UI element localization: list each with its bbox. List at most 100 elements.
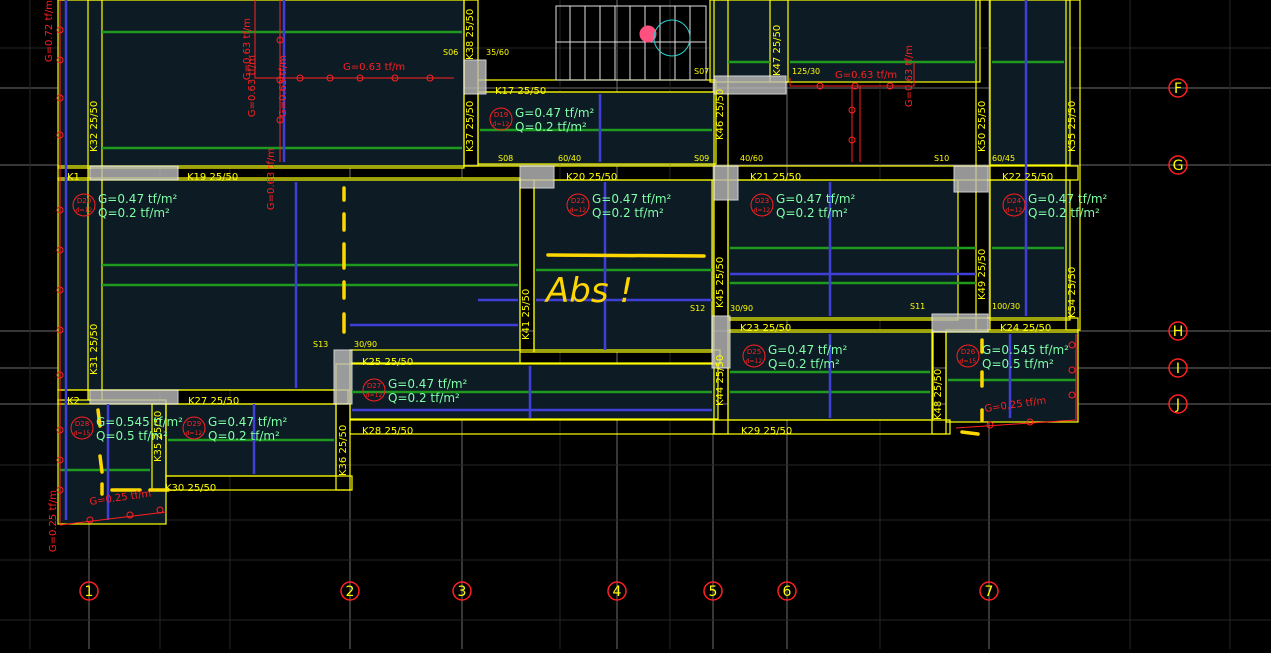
stair-block — [555, 5, 707, 81]
cad-drawing-canvas[interactable]: Abs ! 1 2 3 4 5 6 7 F G H I J K17 25/50 K19 25/50 K2… — [0, 0, 1271, 649]
axis-bubble-1: 1 — [79, 581, 99, 601]
line-load-label: G=0.63 tf/m — [835, 70, 897, 81]
slab-live-load: Q=0.5 tf/m² — [96, 429, 168, 443]
line-load-label: G=0.63 tf/m — [904, 45, 915, 107]
slab-id: D29 — [187, 420, 201, 428]
beam-label-k24: K24 25/50 — [1000, 323, 1051, 334]
line-load-label: G=0.72 tf/m — [44, 0, 55, 62]
slab-dead-load: G=0.47 tf/m² — [98, 192, 178, 206]
vertical-axis-bubbles: 1 2 3 4 5 6 7 — [79, 581, 999, 601]
beam-label-k1: K1 — [67, 172, 80, 183]
slab-panels — [57, 0, 1079, 525]
beam-label-k17: K17 25/50 — [495, 86, 546, 97]
vbeam-label-k54: K54 25/50 — [1067, 267, 1078, 318]
column-name-s08: S08 — [498, 154, 513, 163]
beam-label-k20: K20 25/50 — [566, 172, 617, 183]
slab-id: D28 — [75, 420, 89, 428]
axis-bubble-3: 3 — [452, 581, 472, 601]
slab-thickness: d=12 — [570, 207, 587, 214]
line-load-label: G=0.63 tf/m — [266, 148, 277, 210]
slab-id: D20 — [77, 197, 91, 205]
column-name-s13: S13 — [313, 340, 328, 349]
axis-label: G — [1173, 158, 1184, 174]
column-size-s13: 30/90 — [354, 340, 377, 349]
column-name-s07: S07 — [694, 67, 709, 76]
line-load-label: G=0.63 tf/m — [343, 62, 405, 73]
axis-bubble-4: 4 — [607, 581, 627, 601]
floor-plan-drawing[interactable]: Abs ! 1 2 3 4 5 6 7 F G H I J K17 25/50 K19 25/50 K2… — [0, 0, 1271, 649]
slab-thickness: d=12 — [1006, 207, 1023, 214]
beam-label-k25: K25 25/50 — [362, 357, 413, 368]
column-name-s11: S11 — [910, 302, 925, 311]
axis-label: 3 — [458, 584, 467, 600]
axis-label: 7 — [985, 584, 994, 600]
axis-label: 1 — [85, 584, 94, 600]
slab-dead-load: G=0.545 tf/m² — [96, 415, 183, 429]
beam-label-k30: K30 25/50 — [165, 483, 216, 494]
vbeam-label-k45: K45 25/50 — [715, 257, 726, 308]
column-name-s09: S09 — [694, 154, 709, 163]
axis-bubble-2: 2 — [340, 581, 360, 601]
slab-live-load: Q=0.2 tf/m² — [776, 206, 848, 220]
axis-label: F — [1174, 81, 1182, 97]
slab-id: D24 — [1007, 197, 1022, 205]
column-size-s09: 40/60 — [740, 154, 763, 163]
beam-label-k29: K29 25/50 — [741, 426, 792, 437]
slab-thickness: d=12 — [366, 392, 383, 399]
slab-dead-load: G=0.47 tf/m² — [768, 343, 848, 357]
beam-label-k2: K2 — [67, 396, 80, 407]
slab-dead-load: G=0.47 tf/m² — [208, 415, 288, 429]
vbeam-label-k49: K49 25/50 — [977, 249, 988, 300]
slab-thickness: d=12 — [186, 430, 203, 437]
beam-label-k27: K27 25/50 — [188, 396, 239, 407]
beam-label-k19: K19 25/50 — [187, 172, 238, 183]
column-size-s07: 125/30 — [792, 67, 820, 76]
slab-dead-load: G=0.47 tf/m² — [515, 106, 595, 120]
slab-live-load: Q=0.2 tf/m² — [768, 357, 840, 371]
vbeam-label-k50: K50 25/50 — [977, 101, 988, 152]
slab-id: D26 — [961, 348, 976, 356]
vbeam-label-k55: K55 25/50 — [1067, 101, 1078, 152]
axis-label: 2 — [346, 584, 355, 600]
vbeam-label-k48: K48 25/50 — [933, 369, 944, 420]
axis-label: 6 — [783, 584, 792, 600]
vbeam-label-k32: K32 25/50 — [89, 101, 100, 152]
beam-label-k23: K23 25/50 — [740, 323, 791, 334]
slab-dead-load: G=0.47 tf/m² — [592, 192, 672, 206]
vbeam-label-k46: K46 25/50 — [715, 89, 726, 140]
slab-dead-load: G=0.47 tf/m² — [776, 192, 856, 206]
slab-live-load: Q=0.5 tf/m² — [982, 357, 1054, 371]
slab-thickness: d=15 — [960, 358, 977, 365]
axis-label: H — [1173, 324, 1184, 340]
slab-thickness: d=12 — [493, 121, 510, 128]
slab-live-load: Q=0.2 tf/m² — [592, 206, 664, 220]
vbeam-label-k41: K41 25/50 — [521, 289, 532, 340]
column-name-s10: S10 — [934, 154, 949, 163]
axis-bubble-7: 7 — [979, 581, 999, 601]
slab-thickness: d=12 — [746, 358, 763, 365]
slab-dead-load: G=0.545 tf/m² — [982, 343, 1069, 357]
column-size-s10: 60/45 — [992, 154, 1015, 163]
column-name-s12: S12 — [690, 304, 705, 313]
column-name-s06: S06 — [443, 48, 458, 57]
column-size-s08: 60/40 — [558, 154, 581, 163]
slab-live-load: Q=0.2 tf/m² — [1028, 206, 1100, 220]
slab-id: D22 — [571, 197, 585, 205]
line-load-label: G=0.63 tf/m — [278, 55, 289, 117]
slab-live-load: Q=0.2 tf/m² — [515, 120, 587, 134]
beam-label-k21: K21 25/50 — [750, 172, 801, 183]
beam-label-k22: K22 25/50 — [1002, 172, 1053, 183]
vbeam-label-k47: K47 25/50 — [772, 25, 783, 76]
beam-label-k28: K28 25/50 — [362, 426, 413, 437]
slab-thickness: d=12 — [754, 207, 771, 214]
slab-live-load: Q=0.2 tf/m² — [388, 391, 460, 405]
slab-id: D23 — [755, 197, 769, 205]
slab-dead-load: G=0.47 tf/m² — [388, 377, 468, 391]
axis-label: I — [1176, 361, 1180, 377]
annotation-abs: Abs ! — [544, 271, 633, 311]
slab-id: D19 — [494, 111, 508, 119]
axis-bubble-5: 5 — [703, 581, 723, 601]
vbeam-label-k37: K37 25/50 — [465, 101, 476, 152]
slab-thickness: d=12 — [76, 207, 93, 214]
line-load-label: G=0.25 tf/m — [48, 490, 59, 552]
